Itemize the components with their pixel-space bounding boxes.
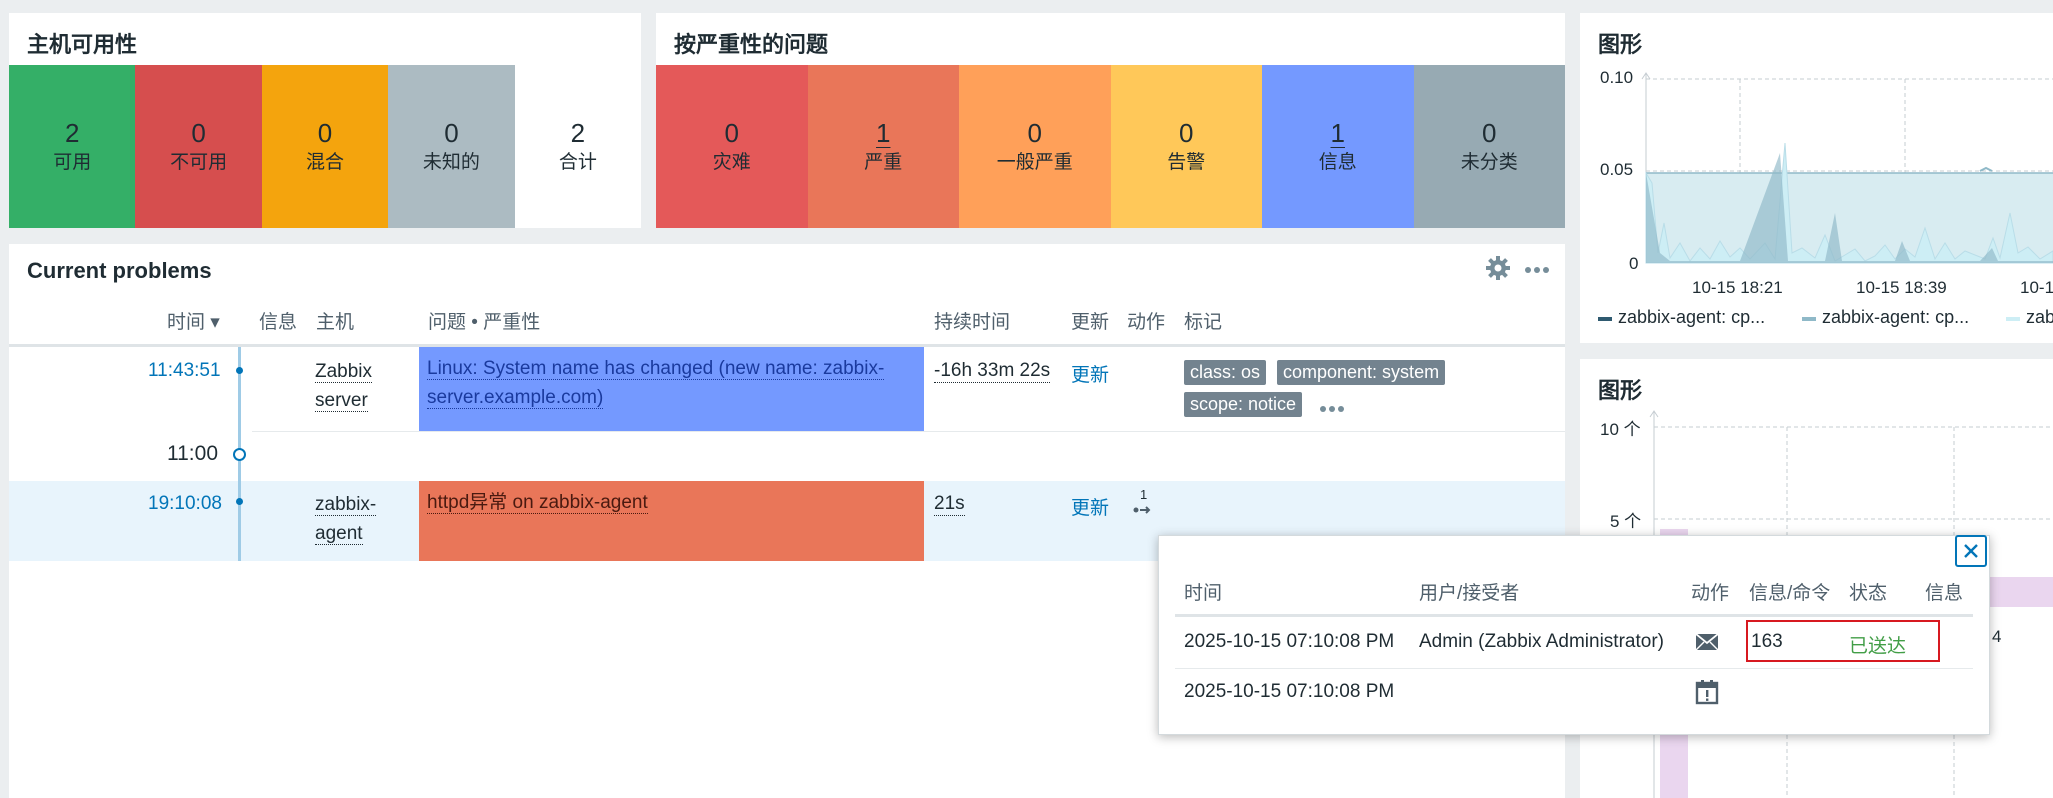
close-icon xyxy=(1964,544,1978,558)
problem-cell[interactable]: Linux: System name has changed (new name… xyxy=(419,347,924,431)
tile-average[interactable]: 0 一般严重 xyxy=(959,65,1111,228)
problem-cell[interactable]: httpd异常 on zabbix-agent xyxy=(419,481,924,561)
calendar-icon xyxy=(1695,679,1719,705)
x-tick: 10-1 xyxy=(2020,278,2053,297)
row-divider xyxy=(252,431,1565,432)
host-link[interactable]: zabbix-agent xyxy=(315,490,377,548)
more-tags-icon[interactable] xyxy=(1319,401,1345,412)
legend-item: zabbix-agent: cp... xyxy=(1822,307,1970,327)
tile-mixed[interactable]: 0 混合 xyxy=(261,65,389,228)
timeline-dot xyxy=(236,498,243,505)
header-time[interactable]: 时间 ▾ xyxy=(167,307,220,334)
x-tick-partial: 4 xyxy=(1992,627,2002,646)
actions-popup: 时间 用户/接受者 动作 信息/命令 状态 信息 2025-10-15 07:1… xyxy=(1158,535,1990,735)
widget-title: Current problems xyxy=(27,258,212,283)
timeline-marker-circle xyxy=(233,448,246,461)
popup-header-message: 信息/命令 xyxy=(1749,583,1831,604)
y-tick: 0 xyxy=(1629,254,1639,273)
tag-badge[interactable]: scope: notice xyxy=(1184,392,1303,417)
popup-header-divider xyxy=(1175,614,1973,617)
legend-swatch xyxy=(2006,317,2020,321)
popup-message: 163 xyxy=(1751,631,1783,652)
tile-not-classified[interactable]: 0 未分类 xyxy=(1413,65,1565,228)
popup-header-info: 信息 xyxy=(1925,583,1964,604)
tile-unknown[interactable]: 0 未知的 xyxy=(388,65,515,228)
tile-information[interactable]: 1 信息 xyxy=(1262,65,1414,228)
duration-link[interactable]: -16h 33m 22s xyxy=(934,360,1051,383)
popup-header-time: 时间 xyxy=(1184,583,1223,604)
update-link[interactable]: 更新 xyxy=(1071,360,1109,387)
popup-header-status: 状态 xyxy=(1849,583,1888,604)
legend-item: zabbix-agent: cp... xyxy=(1618,307,1766,327)
tile-warning[interactable]: 0 告警 xyxy=(1110,65,1262,228)
popup-user: Admin (Zabbix Administrator) xyxy=(1419,631,1664,652)
graph-widget: 图形 0.10 0.05 0 10-15 18:21 10-15 18:39 1… xyxy=(1580,13,2053,343)
header-duration: 持续时间 xyxy=(934,312,1011,333)
legend-item: zab xyxy=(2026,307,2053,327)
header-actions: 动作 xyxy=(1127,312,1166,333)
header-problem-severity[interactable]: 问题 • 严重性 xyxy=(428,307,540,334)
duration-link[interactable]: 21s xyxy=(934,493,965,516)
timeline-dot xyxy=(236,367,243,374)
tile-unavailable[interactable]: 0 不可用 xyxy=(135,65,262,228)
header-tags: 标记 xyxy=(1184,312,1223,333)
legend-swatch xyxy=(1598,317,1612,321)
timeline-marker-label: 11:00 xyxy=(167,442,218,465)
y-tick: 0.10 xyxy=(1600,68,1634,87)
popup-row-divider xyxy=(1175,668,1973,669)
popup-status: 已送达 xyxy=(1849,636,1907,657)
more-options-icon[interactable] xyxy=(1524,262,1550,273)
tag-badge[interactable]: class: os xyxy=(1184,360,1267,385)
widget-title: 按严重性的问题 xyxy=(674,32,829,57)
tile-disaster[interactable]: 0 灾难 xyxy=(656,65,808,228)
header-update: 更新 xyxy=(1071,312,1110,333)
problems-by-severity-widget: 按严重性的问题 0 灾难 1 严重 0 一般严重 0 告警 1 信息 0 未分类 xyxy=(656,13,1565,228)
host-availability-widget: 主机可用性 2 可用 0 不可用 0 混合 0 未知的 2 合计 xyxy=(9,13,642,228)
x-tick: 10-15 18:21 xyxy=(1692,278,1783,297)
close-button[interactable] xyxy=(1955,535,1987,567)
graph-plot[interactable] xyxy=(1580,13,2053,343)
tile-total[interactable]: 2 合计 xyxy=(514,65,642,228)
gear-icon[interactable] xyxy=(1484,254,1512,282)
y-tick: 10 个 xyxy=(1600,420,1641,439)
header-info: 信息 xyxy=(259,312,298,333)
popup-time: 2025-10-15 07:10:08 PM xyxy=(1184,681,1395,702)
widget-title: 主机可用性 xyxy=(27,32,138,57)
tile-available[interactable]: 2 可用 xyxy=(9,65,136,228)
problem-time-link[interactable]: 11:43:51 xyxy=(148,360,221,382)
action-count: 1 xyxy=(1140,487,1148,502)
header-host[interactable]: 主机 xyxy=(316,307,354,334)
x-tick: 10-15 18:39 xyxy=(1856,278,1947,297)
tag-badge[interactable]: component: system xyxy=(1277,360,1446,385)
y-tick: 0.05 xyxy=(1600,160,1634,179)
legend-swatch xyxy=(1802,317,1816,321)
update-link[interactable]: 更新 xyxy=(1071,493,1109,520)
envelope-icon xyxy=(1695,631,1719,653)
host-link[interactable]: Zabbix server xyxy=(315,357,373,415)
tile-high[interactable]: 1 严重 xyxy=(807,65,959,228)
y-tick: 5 个 xyxy=(1610,512,1642,531)
problem-time-link[interactable]: 19:10:08 xyxy=(148,493,222,515)
actions-icon[interactable]: 1 xyxy=(1129,487,1157,520)
popup-header-action: 动作 xyxy=(1691,583,1730,604)
popup-time: 2025-10-15 07:10:08 PM xyxy=(1184,631,1395,652)
popup-header-user: 用户/接受者 xyxy=(1419,583,1520,604)
